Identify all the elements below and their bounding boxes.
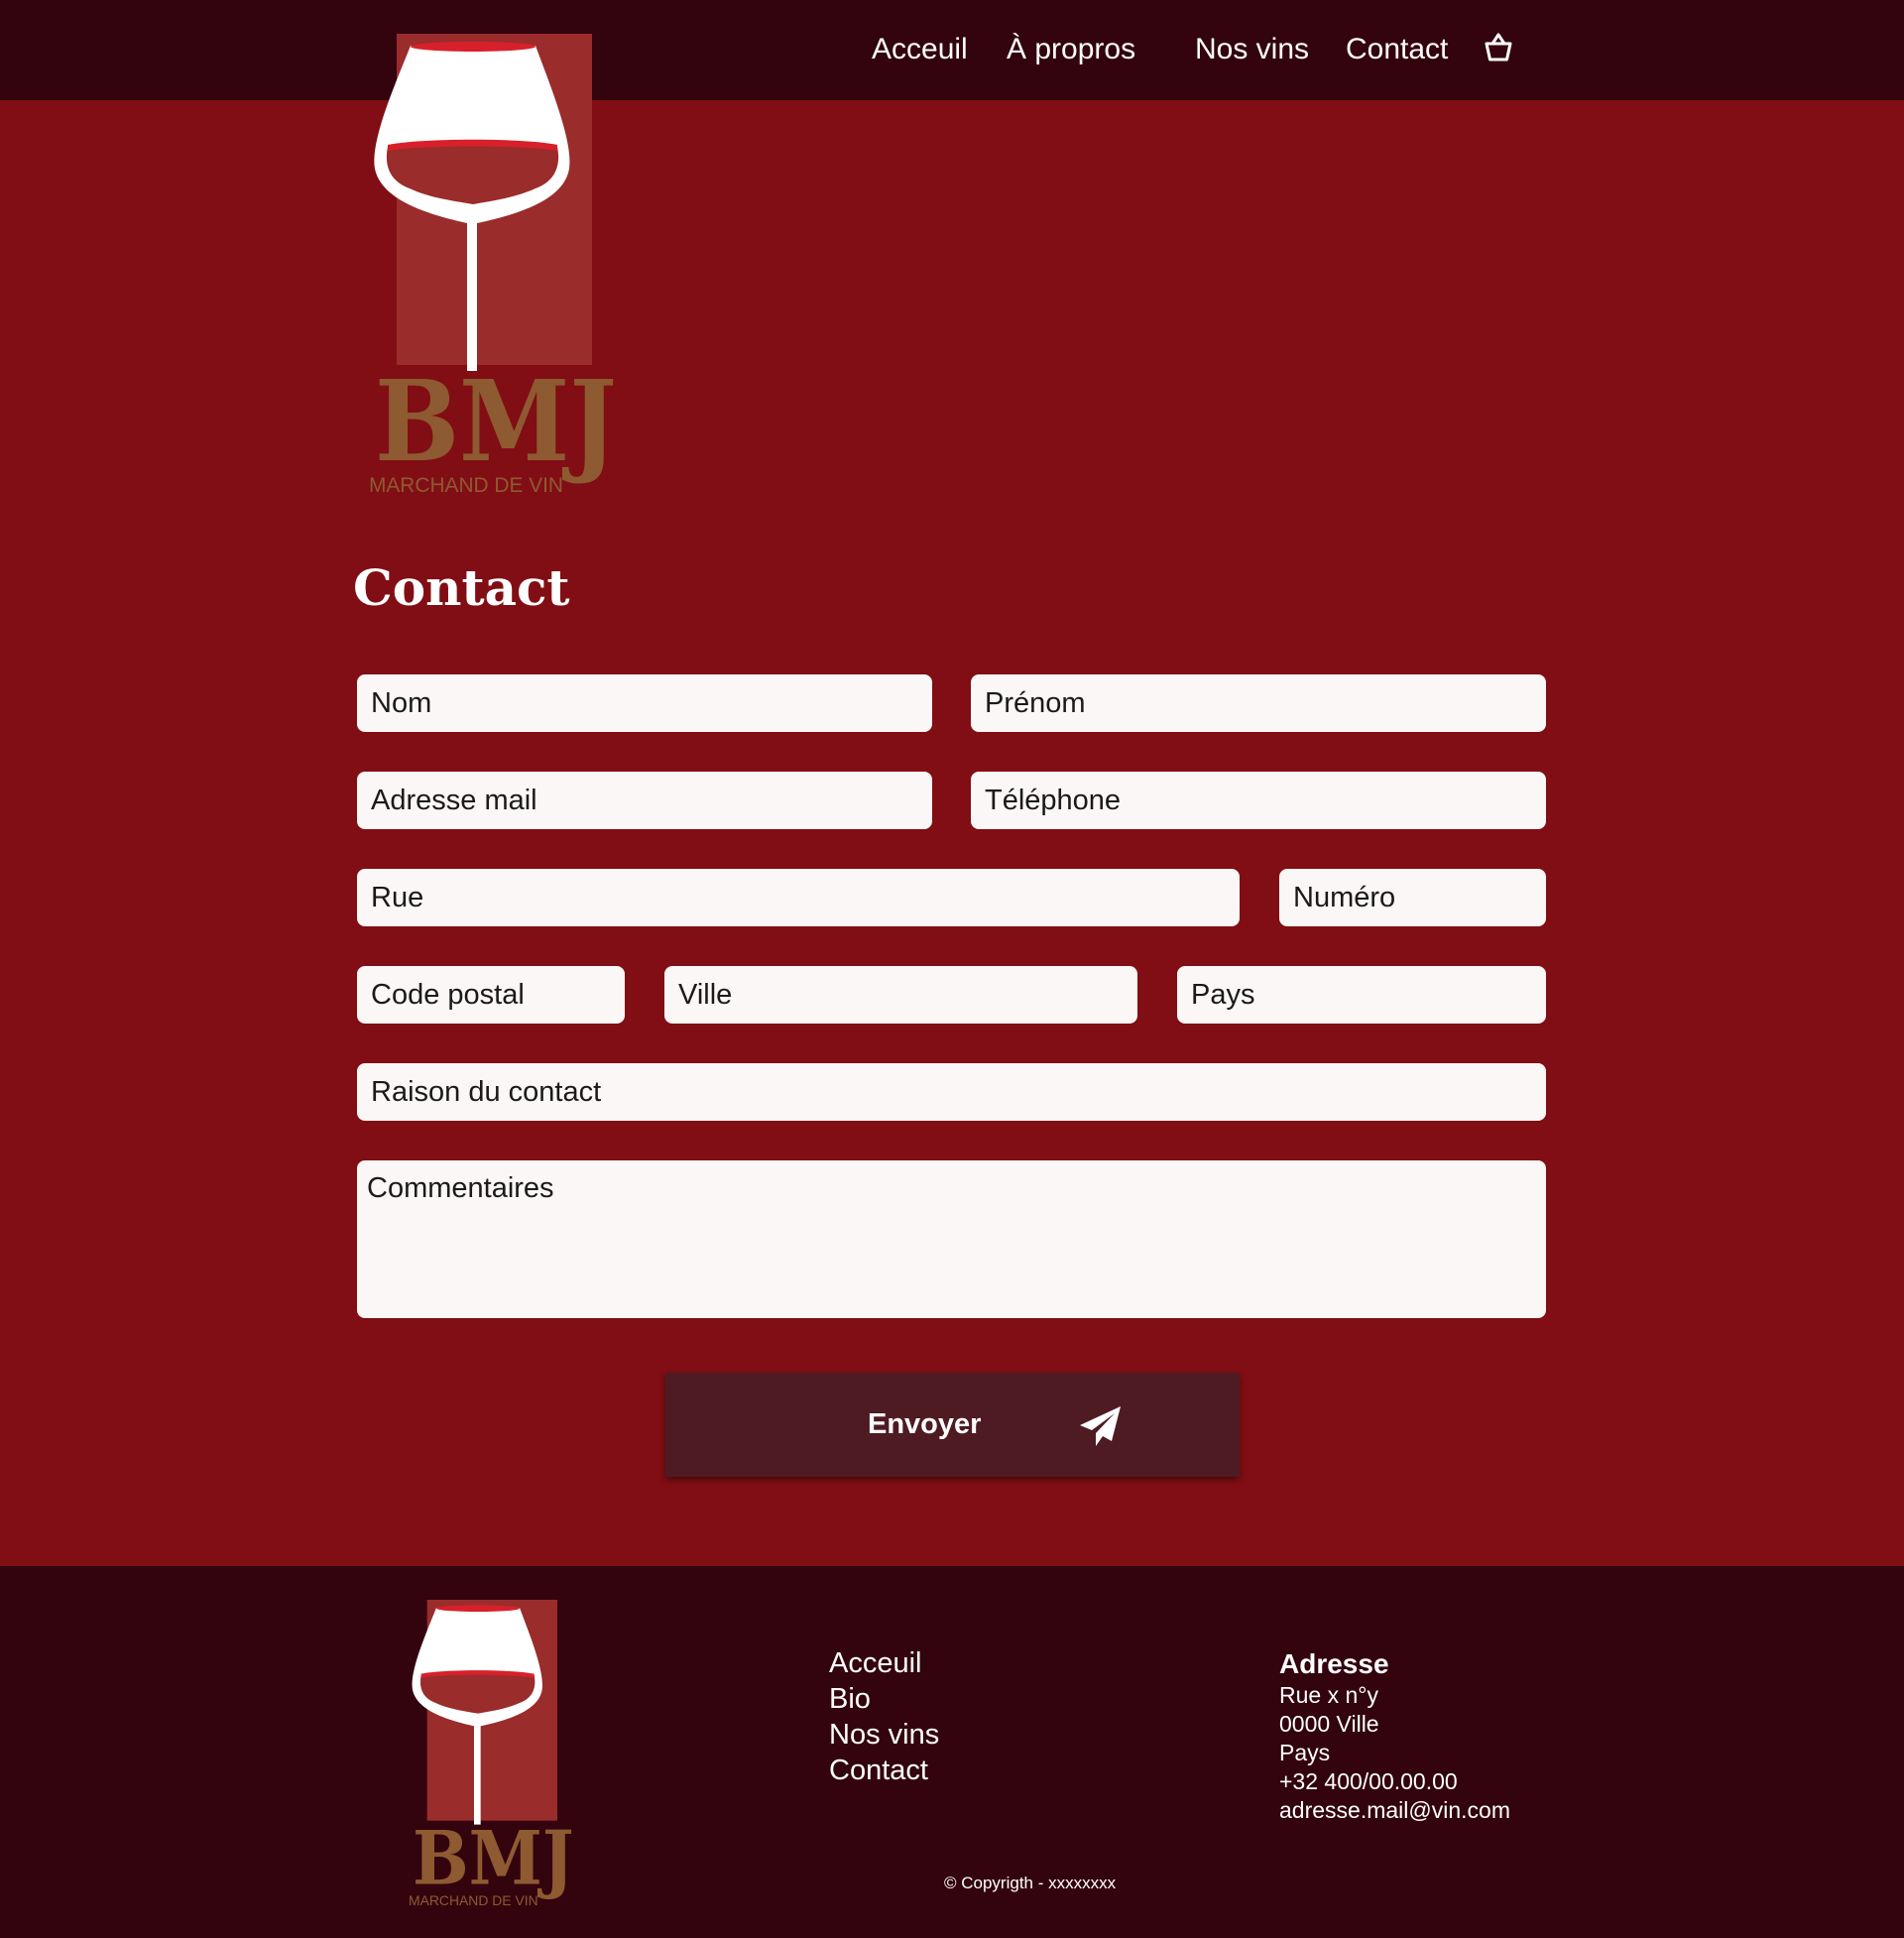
nav-link-nos-vins[interactable]: Nos vins: [1195, 31, 1309, 68]
copyright-text: © Copyrigth - xxxxxxxx: [944, 1874, 1117, 1892]
bmj-logo[interactable]: BMJ MARCHAND DE VIN: [369, 34, 619, 498]
paper-plane-icon: [1080, 1406, 1121, 1446]
envoyer-label: Envoyer: [868, 1408, 982, 1440]
footer-link-acceuil[interactable]: Acceuil: [829, 1645, 939, 1681]
address-phone: +32 400/00.00.00: [1279, 1768, 1458, 1794]
prenom-field[interactable]: [971, 674, 1546, 732]
nom-field[interactable]: [357, 674, 932, 732]
logo-tagline: MARCHAND DE VIN: [369, 474, 563, 497]
address-city: 0000 Ville: [1279, 1711, 1379, 1737]
footer-logo-tagline: MARCHAND DE VIN: [409, 1892, 538, 1908]
nav-link-contact[interactable]: Contact: [1346, 31, 1448, 68]
nav-link-a-propos[interactable]: À propros: [1007, 31, 1135, 68]
email-field[interactable]: [357, 772, 932, 829]
footer-link-bio[interactable]: Bio: [829, 1681, 939, 1717]
footer-link-nos-vins[interactable]: Nos vins: [829, 1717, 939, 1753]
numero-field[interactable]: [1279, 869, 1546, 926]
glass-rim: [411, 42, 536, 52]
footer-nav: Acceuil Bio Nos vins Contact: [829, 1645, 939, 1788]
raison-du-contact-field[interactable]: [357, 1063, 1546, 1121]
commentaires-field[interactable]: [357, 1160, 1546, 1318]
pays-field[interactable]: [1177, 966, 1546, 1024]
footer-bmj-logo[interactable]: BMJ MARCHAND DE VIN: [409, 1600, 575, 1909]
code-postal-field[interactable]: [357, 966, 625, 1024]
footer-address: Adresse Rue x n°y 0000 Ville Pays +32 40…: [1279, 1647, 1510, 1825]
nav-link-acceuil[interactable]: Acceuil: [872, 31, 968, 68]
page-title: Contact: [353, 558, 570, 617]
ville-field[interactable]: [664, 966, 1137, 1024]
footer-link-contact[interactable]: Contact: [829, 1753, 939, 1788]
envoyer-button[interactable]: Envoyer: [665, 1373, 1240, 1477]
footer-glass-rim: [436, 1605, 520, 1612]
logo-letters: BMJ: [375, 357, 617, 487]
address-street: Rue x n°y: [1279, 1682, 1378, 1708]
rue-field[interactable]: [357, 869, 1240, 926]
shopping-basket-icon[interactable]: [1484, 32, 1513, 63]
address-country: Pays: [1279, 1740, 1331, 1765]
footer-logo-letters: BMJ: [413, 1815, 574, 1902]
address-title: Adresse: [1279, 1648, 1389, 1679]
address-email: adresse.mail@vin.com: [1279, 1797, 1510, 1823]
telephone-field[interactable]: [971, 772, 1546, 829]
